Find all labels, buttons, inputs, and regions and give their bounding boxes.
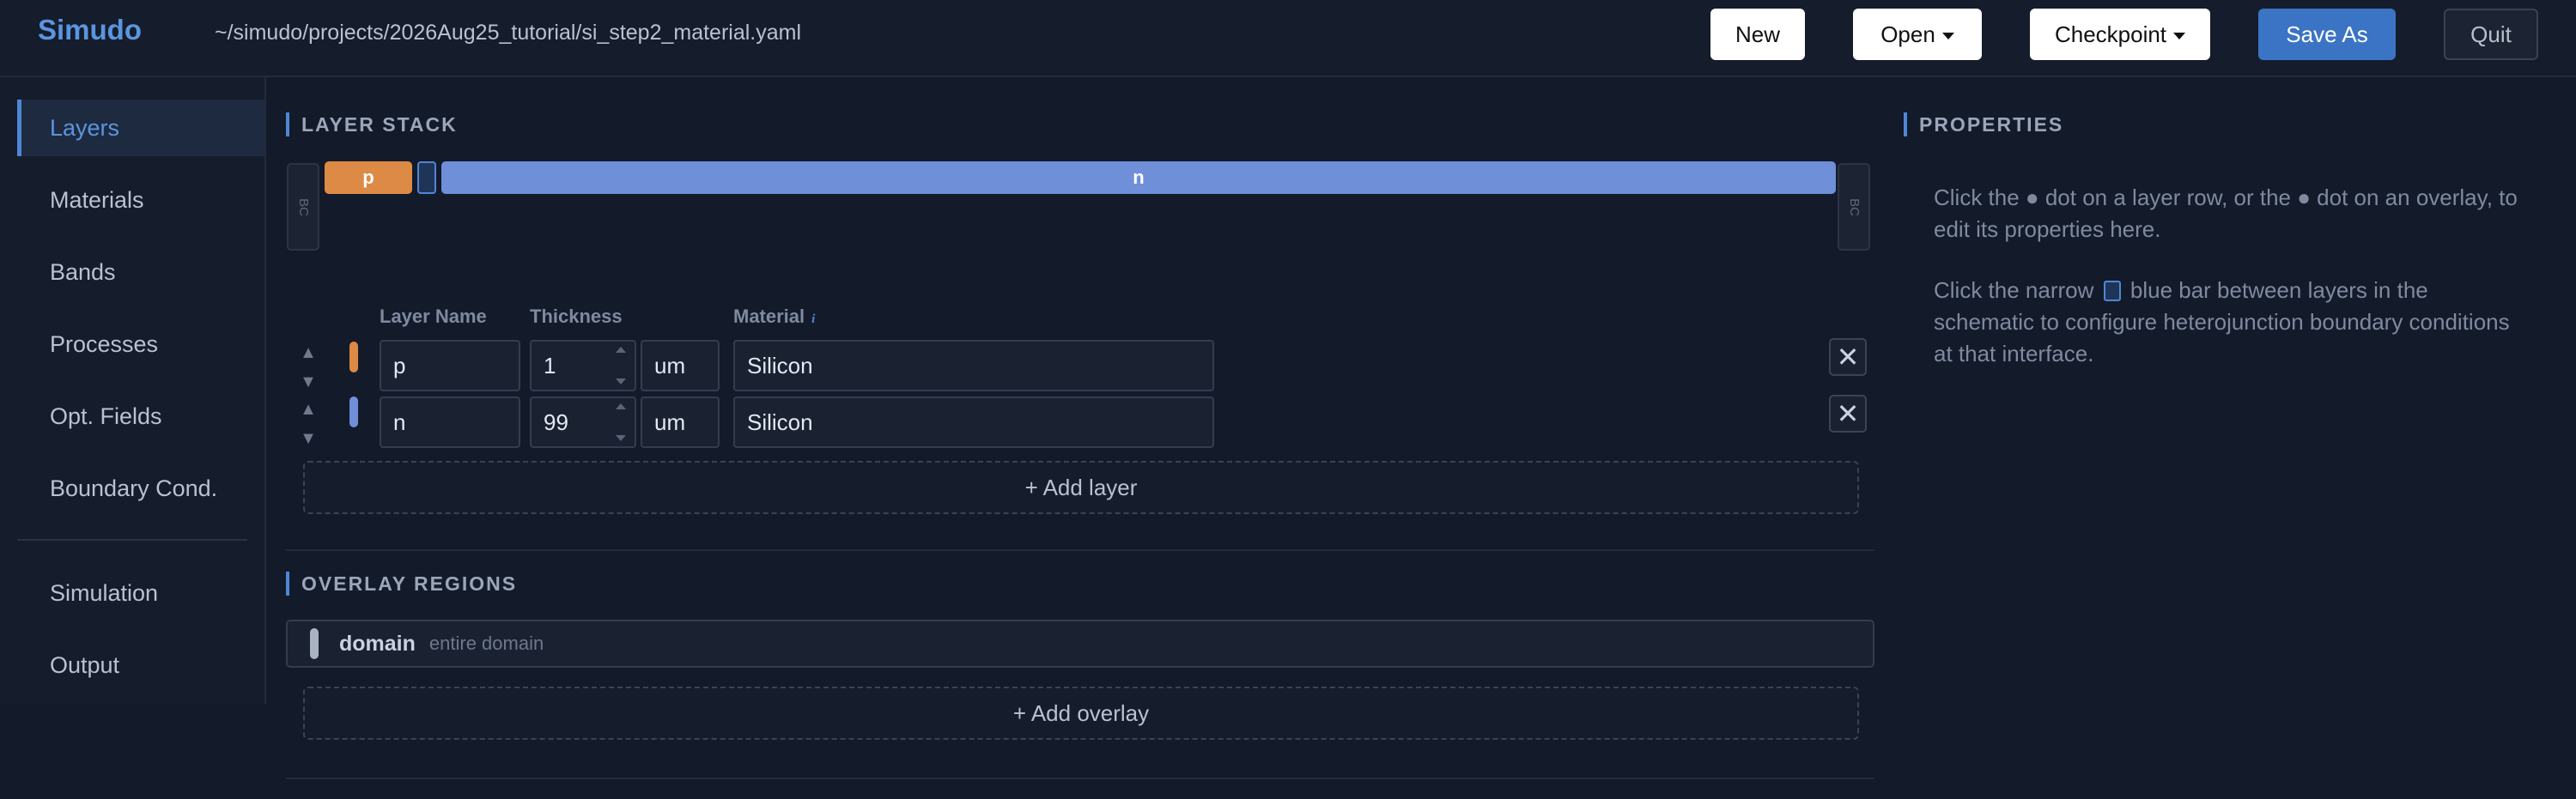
interface-bar-icon [2103,281,2121,301]
checkpoint-button[interactable]: Checkpoint [2030,9,2210,60]
material-select[interactable]: Silicon [733,396,1214,448]
unit-field[interactable]: um [641,396,720,448]
layer-stack-title: LAYER STACK [286,112,458,136]
sidebar-divider [17,539,247,541]
properties-hint: Click the ● dot on a layer row, or the ●… [1934,185,2518,242]
thickness-input[interactable]: 1 [530,340,636,391]
move-up-icon[interactable]: ▲ [300,400,317,419]
schematic-layer-p[interactable]: p [325,161,412,194]
add-layer-button[interactable]: + Add layer [303,461,1859,514]
app-header: Simudo ~/simudo/projects/2026Aug25_tutor… [0,0,2576,77]
column-layer-name: Layer Name [380,306,487,327]
overlay-description: entire domain [428,633,544,654]
layer-name-input[interactable]: n [380,396,520,448]
left-boundary-condition[interactable]: BC [287,163,319,251]
material-select[interactable]: Silicon [733,340,1214,391]
stepper-icon[interactable] [616,347,626,384]
sidebar-item-materials[interactable]: Materials [17,172,264,228]
properties-title: PROPERTIES [1904,112,2063,136]
interface-bar[interactable] [417,161,436,194]
sidebar-item-simulation[interactable]: Simulation [17,565,264,621]
chevron-down-icon [1941,32,1954,39]
sidebar-item-processes[interactable]: Processes [17,316,264,372]
column-material: Material i [733,306,816,327]
thickness-input[interactable]: 99 [530,396,636,448]
close-icon: ✕ [1836,398,1860,429]
move-down-icon[interactable]: ▼ [300,372,317,391]
delete-layer-button[interactable]: ✕ [1829,338,1867,376]
sidebar-item-output[interactable]: Output [17,637,264,693]
overlay-row[interactable]: domain entire domain [286,620,1874,668]
reorder-handle[interactable]: ▲ ▼ [298,400,319,448]
add-overlay-button[interactable]: + Add overlay [303,687,1859,740]
column-thickness: Thickness [530,306,623,327]
app-brand: Simudo [38,14,142,45]
layer-properties-dot[interactable] [349,342,358,372]
sidebar: Layers Materials Bands Processes Opt. Fi… [0,77,266,704]
reorder-handle[interactable]: ▲ ▼ [298,343,319,391]
stepper-icon[interactable] [616,403,626,441]
close-icon: ✕ [1836,342,1860,372]
overlay-regions-title: OVERLAY REGIONS [286,572,517,596]
move-up-icon[interactable]: ▲ [300,343,317,362]
overlay-name: domain [339,631,416,656]
section-divider [286,778,1874,779]
sidebar-item-bands[interactable]: Bands [17,244,264,300]
info-icon[interactable]: i [811,312,815,327]
section-divider [286,549,1874,551]
layer-name-input[interactable]: p [380,340,520,391]
save-as-button[interactable]: Save As [2258,9,2396,60]
schematic-layer-n[interactable]: n [441,161,1836,194]
overlay-properties-dot[interactable] [310,628,319,659]
unit-field[interactable]: um [641,340,720,391]
sidebar-item-boundary-cond[interactable]: Boundary Cond. [17,460,264,517]
quit-button[interactable]: Quit [2444,9,2538,60]
delete-layer-button[interactable]: ✕ [1829,395,1867,433]
layer-properties-dot[interactable] [349,396,358,427]
properties-hint: Click the narrow blue bar between layers… [1934,277,2510,366]
open-button[interactable]: Open [1853,9,1982,60]
file-path: ~/simudo/projects/2026Aug25_tutorial/si_… [215,21,802,45]
sidebar-item-layers[interactable]: Layers [17,100,264,156]
move-down-icon[interactable]: ▼ [300,429,317,448]
new-button[interactable]: New [1710,9,1805,60]
sidebar-item-opt-fields[interactable]: Opt. Fields [17,388,264,445]
right-boundary-condition[interactable]: BC [1838,163,1870,251]
chevron-down-icon [2173,32,2186,39]
